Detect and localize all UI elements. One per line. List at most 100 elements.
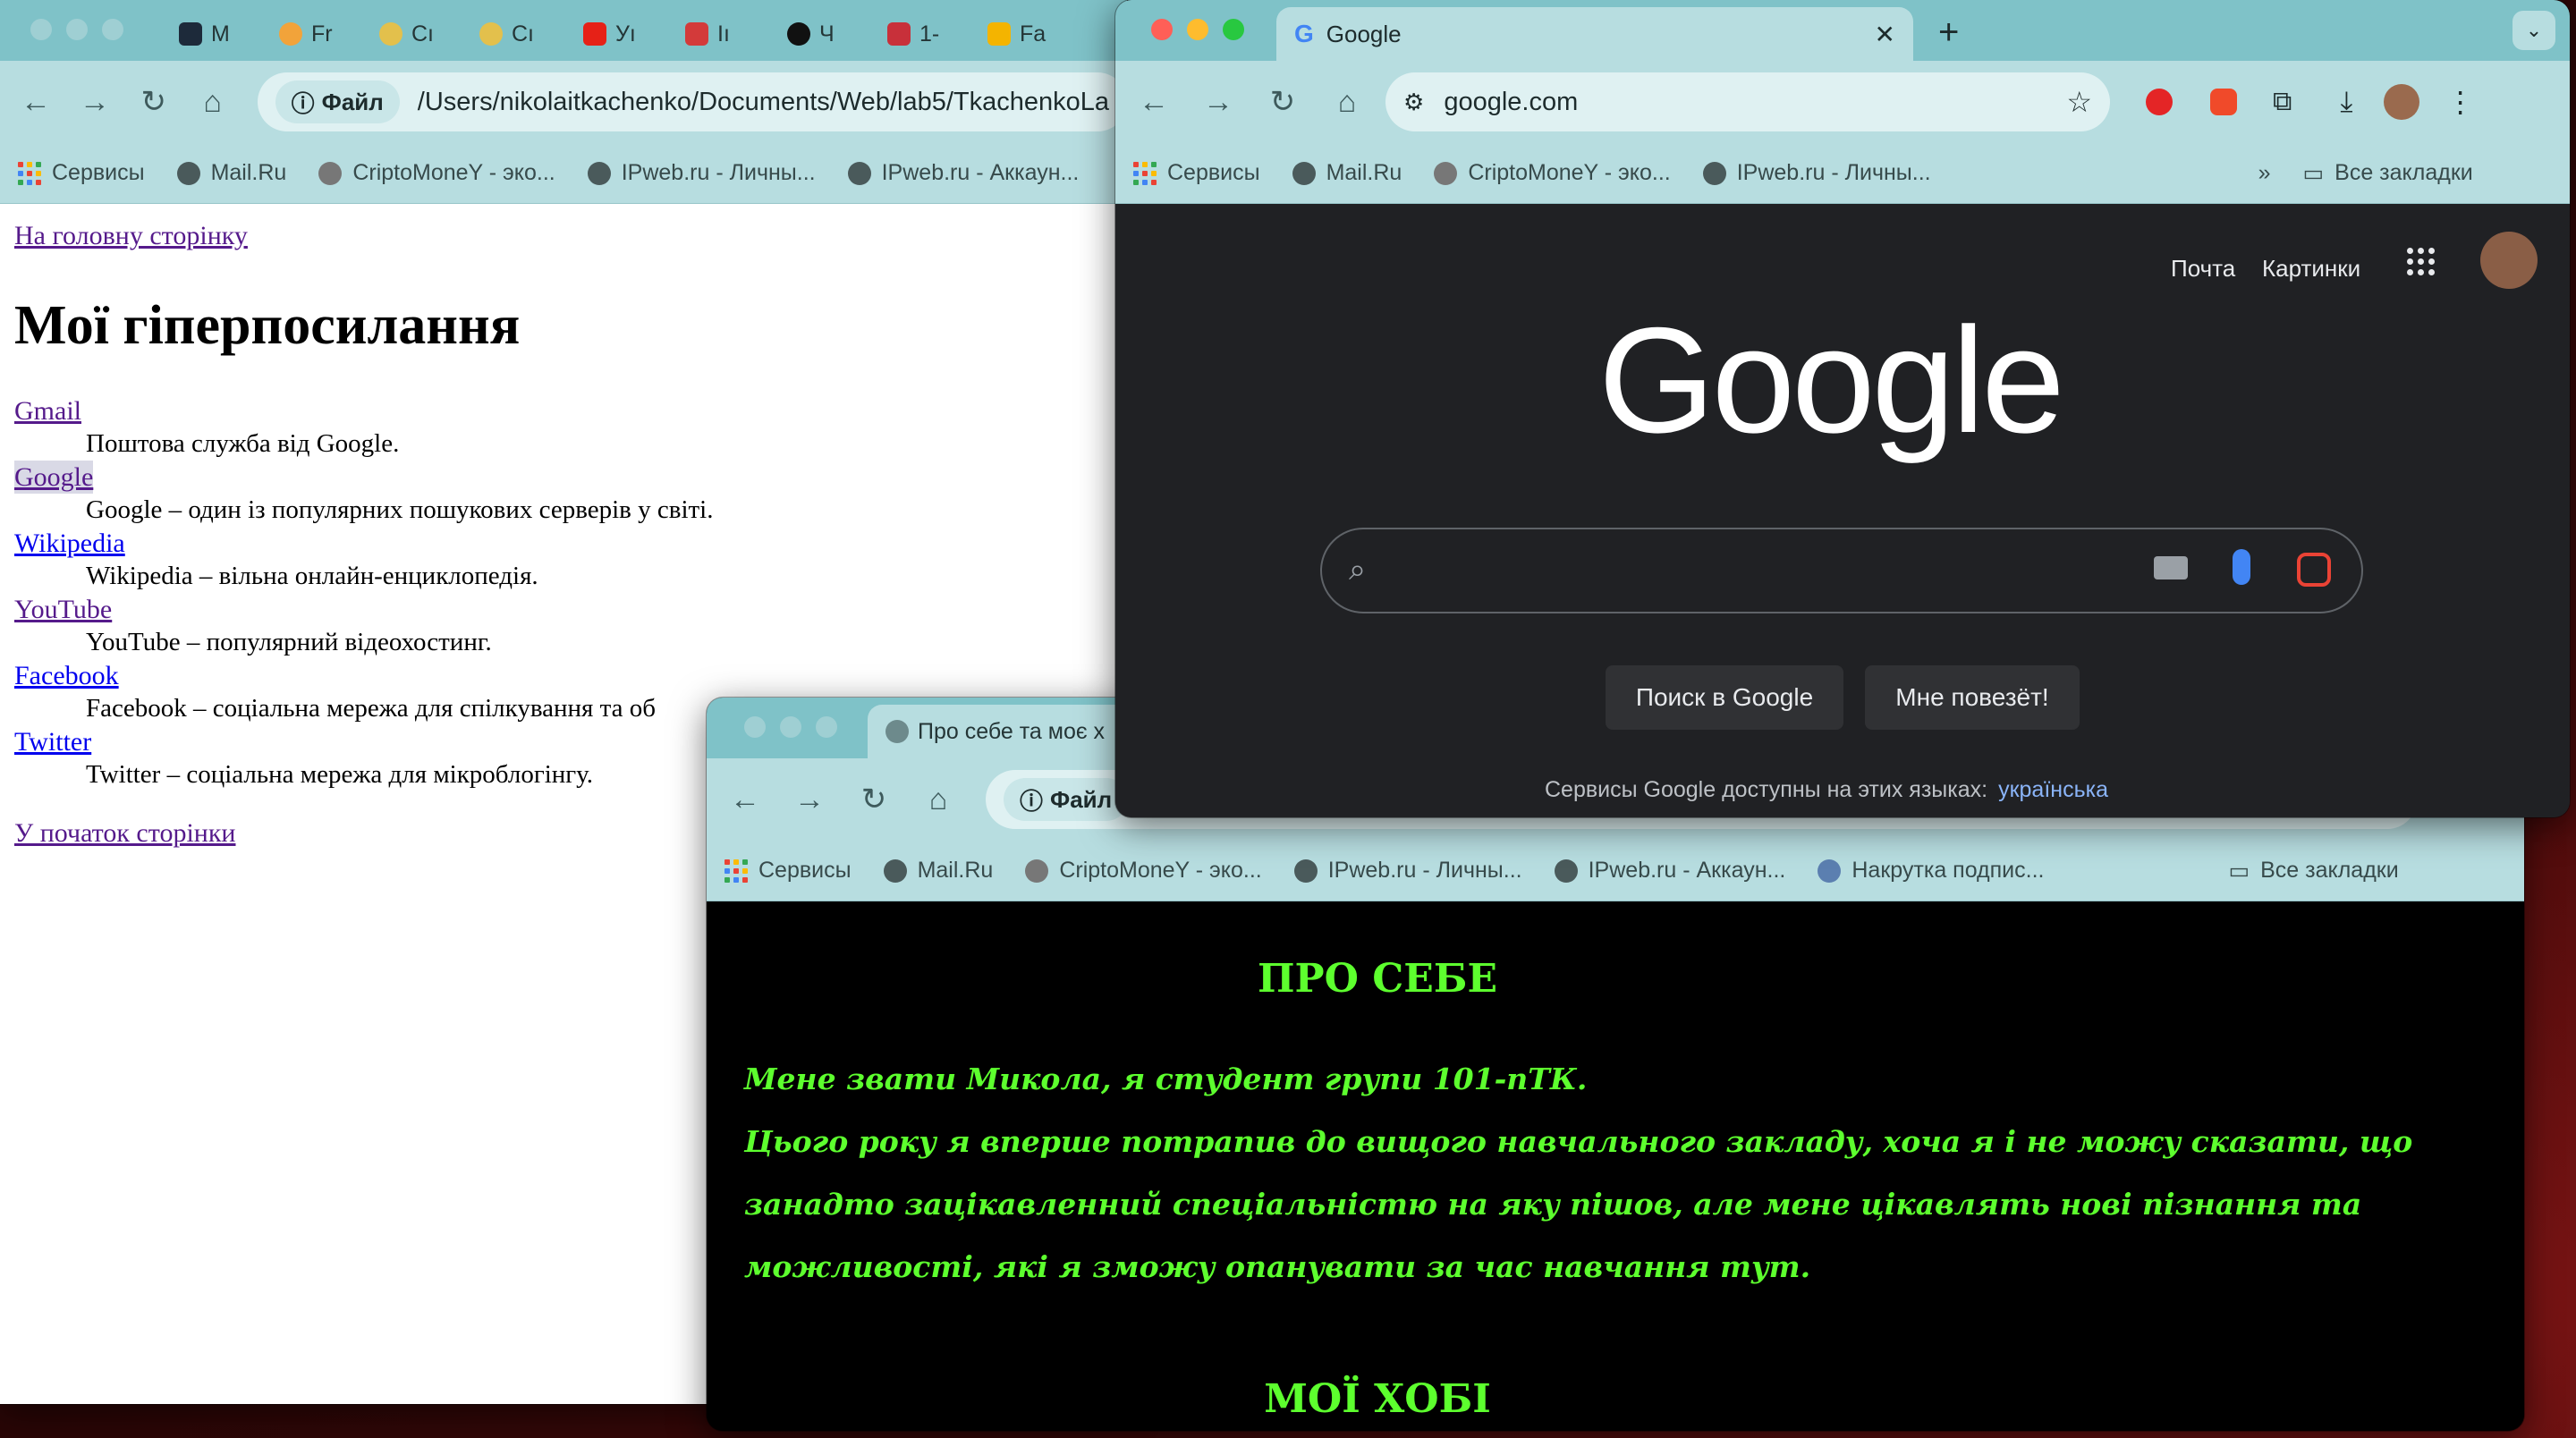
keyboard-icon[interactable] bbox=[2154, 556, 2188, 579]
language-link-ukrainian[interactable]: українська bbox=[1998, 777, 2108, 802]
reload-button[interactable]: ↻ bbox=[136, 81, 172, 123]
link-gmail[interactable]: Gmail bbox=[14, 394, 1123, 427]
mail-link[interactable]: Почта bbox=[2171, 255, 2235, 283]
images-link[interactable]: Картинки bbox=[2262, 255, 2360, 283]
apps-grid-icon bbox=[18, 161, 41, 185]
close-window-button[interactable] bbox=[744, 716, 766, 738]
all-bookmarks-button[interactable]: ▭ Все закладки bbox=[2228, 858, 2398, 884]
new-tab-button[interactable]: + bbox=[1938, 13, 1959, 53]
bookmark-label: Сервисы bbox=[1167, 160, 1260, 185]
tab-0[interactable]: M bbox=[179, 7, 230, 61]
forward-button[interactable]: → bbox=[1198, 81, 1239, 123]
site-settings-icon[interactable]: ⚙ bbox=[1403, 89, 1424, 116]
bookmark-mailru[interactable]: Mail.Ru bbox=[176, 160, 286, 186]
bookmark-ipweb-1[interactable]: IPweb.ru - Личны... bbox=[587, 160, 816, 186]
home-button[interactable]: ⌂ bbox=[1326, 81, 1368, 123]
minimize-window-button[interactable] bbox=[780, 716, 801, 738]
globe-icon bbox=[1293, 859, 1318, 883]
tab-label: 1- bbox=[919, 21, 940, 47]
bookmark-label: Все закладки bbox=[2260, 858, 2399, 883]
address-bar[interactable]: ⓘ Файл /Users/nikolaitkachenko/Documents/… bbox=[257, 72, 1127, 131]
menu-kebab-icon[interactable]: ⋮ bbox=[2446, 85, 2475, 119]
extensions-icon[interactable]: ⧉ bbox=[2273, 87, 2292, 117]
back-button[interactable]: ← bbox=[1133, 81, 1174, 123]
all-bookmarks-button[interactable]: ▭ Все закладки bbox=[2303, 160, 2473, 187]
tab-5[interactable]: Iı bbox=[685, 7, 730, 61]
apps-grid-icon bbox=[1133, 161, 1157, 185]
reload-button[interactable]: ↻ bbox=[1262, 81, 1303, 123]
downloads-icon[interactable]: ⤓ bbox=[2340, 85, 2352, 119]
toolbar: ← → ↻ ⌂ ⓘ Файл /Users/nikolaitkachenko/Do… bbox=[0, 61, 1127, 143]
bookmark-ipweb-1[interactable]: IPweb.ru - Личны... bbox=[1293, 858, 1522, 884]
back-button[interactable]: ← bbox=[724, 779, 766, 820]
forward-button[interactable]: → bbox=[77, 81, 113, 123]
zoom-window-button[interactable] bbox=[102, 19, 123, 40]
feeling-lucky-button[interactable]: Мне повезёт! bbox=[1865, 665, 2080, 730]
tab-2[interactable]: Cı bbox=[379, 7, 434, 61]
address-bar[interactable]: ⚙ google.com ☆ bbox=[1385, 72, 2110, 131]
link-facebook[interactable]: Facebook bbox=[14, 659, 1123, 692]
bookmark-criptomoney[interactable]: CriptoMoneY - эко... bbox=[1025, 858, 1262, 884]
bookmarks-bar: Сервисы Mail.Ru CriptoMoneY - эко... IPw… bbox=[1115, 143, 2570, 204]
tab-6[interactable]: Ч bbox=[787, 7, 835, 61]
record-extension-icon[interactable] bbox=[2210, 89, 2237, 115]
forward-button[interactable]: → bbox=[789, 779, 830, 820]
zoom-window-button[interactable] bbox=[816, 716, 837, 738]
close-tab-icon[interactable]: ✕ bbox=[1875, 20, 1895, 49]
tab-3[interactable]: Cı bbox=[479, 7, 534, 61]
google-search-button[interactable]: Поиск в Google bbox=[1606, 665, 1843, 730]
bookmark-criptomoney[interactable]: CriptoMoneY - эко... bbox=[318, 160, 555, 186]
home-page-link[interactable]: На головну сторінку bbox=[14, 221, 248, 251]
zoom-window-button[interactable] bbox=[1223, 19, 1244, 40]
file-chip-label: Файл bbox=[321, 88, 384, 115]
bookmark-services[interactable]: Сервисы bbox=[1133, 160, 1260, 186]
tab-google[interactable]: G Google ✕ bbox=[1276, 7, 1913, 61]
mailru-icon bbox=[1292, 161, 1316, 185]
bookmark-star-icon[interactable]: ☆ bbox=[2066, 85, 2092, 119]
bookmark-label: CriptoMoneY - эко... bbox=[1059, 858, 1262, 883]
back-button[interactable]: ← bbox=[18, 81, 54, 123]
google-apps-icon[interactable] bbox=[2407, 248, 2435, 275]
bookmark-ipweb-2[interactable]: IPweb.ru - Аккаун... bbox=[847, 160, 1079, 186]
profile-avatar[interactable] bbox=[2383, 84, 2419, 120]
bookmark-services[interactable]: Сервисы bbox=[18, 160, 145, 186]
link-wikipedia[interactable]: Wikipedia bbox=[14, 527, 1123, 560]
globe-icon bbox=[1554, 859, 1578, 883]
bookmark-mailru[interactable]: Mail.Ru bbox=[1292, 160, 1402, 186]
bookmark-ipweb-2[interactable]: IPweb.ru - Аккаун... bbox=[1554, 858, 1785, 884]
tab-7[interactable]: 1- bbox=[887, 7, 939, 61]
language-offer: Сервисы Google доступны на этих языках: у… bbox=[1545, 777, 2108, 803]
home-button[interactable]: ⌂ bbox=[195, 81, 231, 123]
bookmark-services[interactable]: Сервисы bbox=[724, 858, 852, 884]
minimize-window-button[interactable] bbox=[1187, 19, 1208, 40]
account-avatar[interactable] bbox=[2480, 232, 2538, 289]
folder-icon: ▭ bbox=[2228, 858, 2250, 884]
tab-8[interactable]: Fa bbox=[987, 7, 1046, 61]
tab-search-button[interactable]: ⌄ bbox=[2512, 11, 2555, 50]
lens-search-icon[interactable] bbox=[2297, 553, 2331, 587]
bookmark-label: IPweb.ru - Личны... bbox=[621, 160, 816, 185]
tab-favicon-icon bbox=[179, 22, 202, 46]
top-of-page-link[interactable]: У початок сторінки bbox=[14, 818, 236, 849]
more-bookmarks-chevron-icon[interactable]: » bbox=[2258, 160, 2271, 186]
tab-1[interactable]: Fr bbox=[279, 7, 333, 61]
close-window-button[interactable] bbox=[1151, 19, 1173, 40]
tab-strip: G Google ✕ + ⌄ bbox=[1115, 0, 2570, 61]
bookmark-ipweb-1[interactable]: IPweb.ru - Личны... bbox=[1702, 160, 1931, 186]
file-chip[interactable]: ⓘ Файл bbox=[1004, 778, 1129, 821]
bookmark-mailru[interactable]: Mail.Ru bbox=[883, 858, 993, 884]
voice-search-icon[interactable] bbox=[2233, 549, 2250, 585]
opera-extension-icon[interactable] bbox=[2146, 89, 2173, 115]
reload-button[interactable]: ↻ bbox=[853, 779, 894, 820]
link-google[interactable]: Google bbox=[14, 461, 94, 494]
minimize-window-button[interactable] bbox=[66, 19, 88, 40]
file-chip[interactable]: ⓘ Файл bbox=[275, 80, 400, 123]
bookmark-nakrutka[interactable]: Накрутка подпис... bbox=[1818, 858, 2044, 884]
folder-icon: ▭ bbox=[2302, 160, 2325, 186]
close-window-button[interactable] bbox=[30, 19, 52, 40]
link-youtube[interactable]: YouTube bbox=[14, 593, 1123, 626]
tab-4[interactable]: Уı bbox=[583, 7, 636, 61]
home-button[interactable]: ⌂ bbox=[918, 779, 959, 820]
bookmark-criptomoney[interactable]: CriptoMoneY - эко... bbox=[1434, 160, 1671, 186]
google-search-input[interactable]: ⌕ bbox=[1320, 528, 2363, 613]
